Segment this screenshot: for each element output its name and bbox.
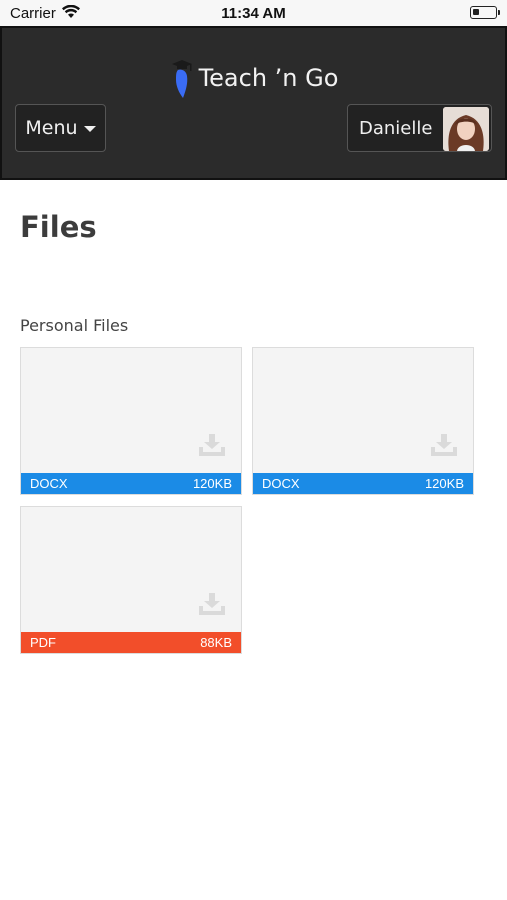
file-type: DOCX [262, 476, 300, 491]
file-info-bar: PDF 88KB [21, 632, 241, 653]
brand-name: Teach ’n Go [198, 64, 339, 92]
download-icon[interactable] [431, 434, 457, 456]
brand[interactable]: Teach ’n Go [2, 56, 505, 100]
file-card[interactable]: DOCX 120KB [20, 347, 242, 495]
menu-label: Menu [25, 117, 78, 139]
caret-down-icon [83, 126, 96, 132]
avatar [443, 107, 489, 151]
menu-button[interactable]: Menu [15, 104, 106, 152]
brand-logo-icon [171, 60, 192, 98]
status-bar: Carrier 11:34 AM [0, 0, 507, 26]
file-type: DOCX [30, 476, 68, 491]
file-size: 120KB [424, 476, 464, 491]
user-name: Danielle [359, 118, 433, 139]
file-size: 120KB [192, 476, 232, 491]
file-type: PDF [30, 635, 56, 650]
file-card[interactable]: DOCX 120KB [252, 347, 474, 495]
download-icon[interactable] [199, 593, 225, 615]
user-menu-button[interactable]: Danielle [347, 104, 492, 152]
section-title: Personal Files [20, 316, 129, 335]
download-icon[interactable] [199, 434, 225, 456]
battery-icon [470, 6, 500, 19]
clock: 11:34 AM [221, 5, 286, 22]
file-info-bar: DOCX 120KB [21, 473, 241, 494]
file-info-bar: DOCX 120KB [253, 473, 473, 494]
app-header: Teach ’n Go Menu Danielle [0, 26, 507, 180]
file-size: 88KB [200, 635, 232, 650]
file-card[interactable]: PDF 88KB [20, 506, 242, 654]
page-title: Files [20, 210, 97, 244]
